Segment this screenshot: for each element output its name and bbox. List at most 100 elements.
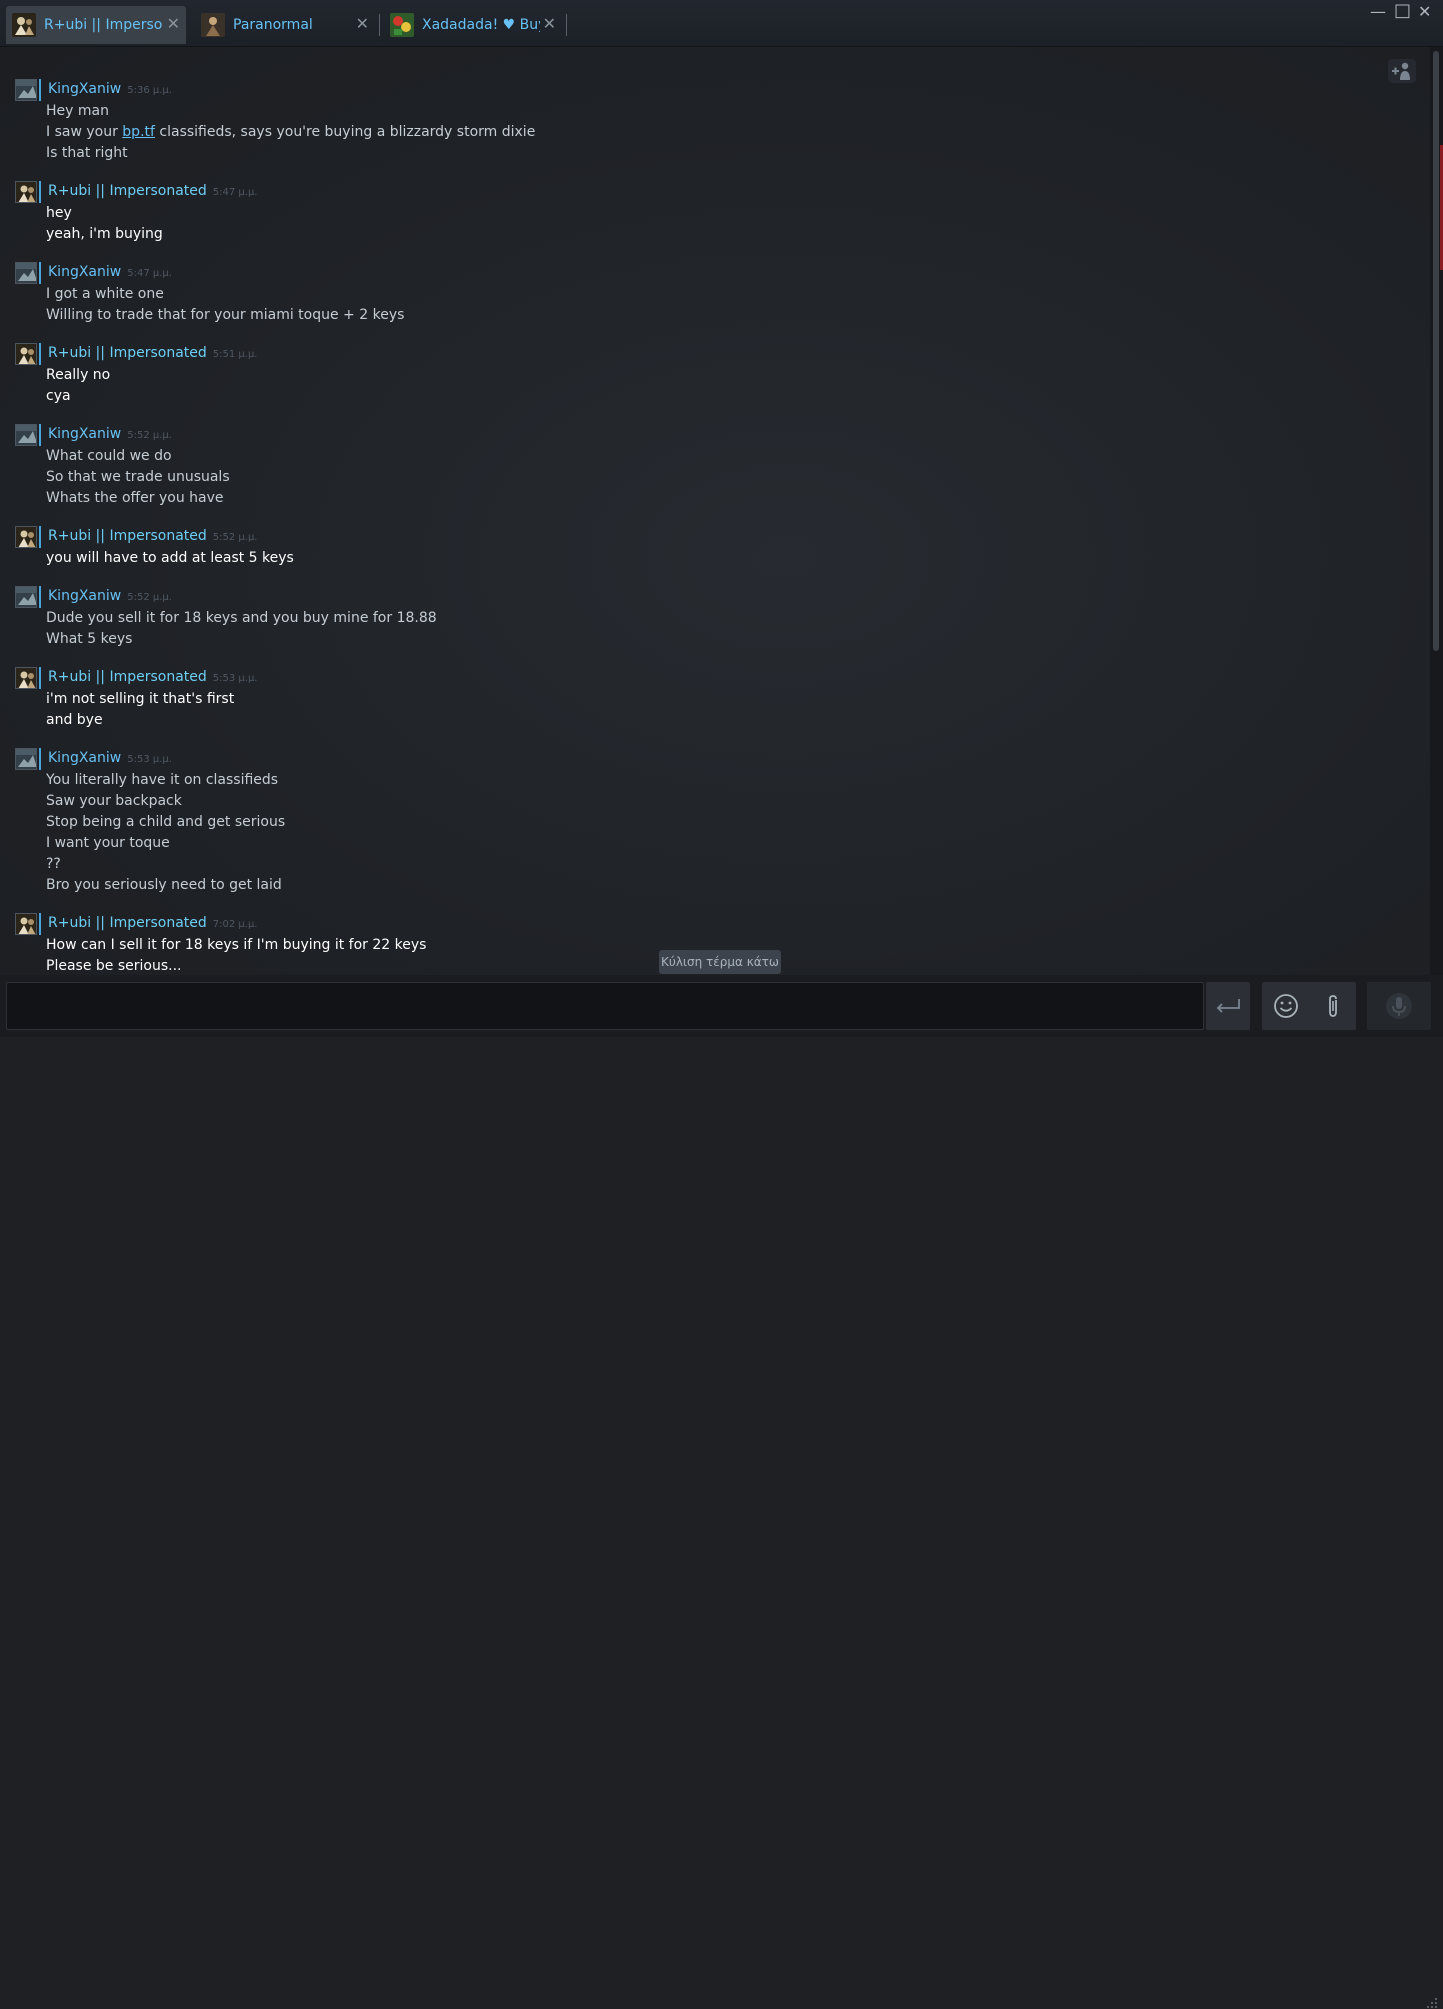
- composer-tools: [1262, 982, 1356, 1030]
- message-line: and bye: [46, 712, 103, 728]
- scrollbar-thumb[interactable]: [1433, 51, 1439, 651]
- message-line: Really no: [46, 367, 111, 383]
- avatar[interactable]: [15, 262, 37, 284]
- tab-chat-paranormal[interactable]: Paranormal ✕: [195, 6, 375, 44]
- avatar[interactable]: [15, 424, 37, 446]
- message-text: I saw your: [46, 124, 123, 140]
- avatar[interactable]: [15, 181, 37, 203]
- avatar[interactable]: [15, 79, 37, 101]
- add-to-chat-button[interactable]: [1388, 59, 1416, 83]
- message-line: cya: [46, 388, 71, 404]
- close-icon[interactable]: ✕: [356, 15, 369, 33]
- avatar[interactable]: [15, 667, 37, 689]
- message-line: Whats the offer you have: [46, 490, 224, 506]
- timestamp: 5:47 μ.μ.: [127, 268, 172, 279]
- sender-bar: [39, 424, 41, 446]
- add-person-icon: [1392, 62, 1410, 80]
- enter-arrow-icon: [1216, 999, 1240, 1013]
- sender-name[interactable]: KingXaniw 5:53 μ.μ.: [48, 750, 172, 766]
- message-line: I got a white one: [46, 286, 164, 302]
- resize-grip-icon[interactable]: [1424, 1995, 1438, 2009]
- avatar[interactable]: [15, 913, 37, 935]
- sender-bar: [39, 586, 41, 608]
- message-line: hey: [46, 205, 72, 221]
- tab-label: R+ubi || Impersona: [44, 17, 162, 33]
- sender-name[interactable]: R+ubi || Impersonated 5:51 μ.μ.: [48, 345, 257, 361]
- sender-bar: [39, 79, 41, 101]
- sender-bar: [39, 667, 41, 689]
- message-line: Is that right: [46, 145, 128, 161]
- avatar: [12, 13, 36, 37]
- timestamp: 5:53 μ.μ.: [212, 673, 258, 684]
- window-close-icon[interactable]: ✕: [1418, 2, 1431, 21]
- message-text: classifieds, says you're buying a blizza…: [154, 124, 536, 140]
- timestamp: 5:36 μ.μ.: [127, 85, 172, 96]
- timestamp: 5:47 μ.μ.: [212, 187, 258, 198]
- message-input[interactable]: [6, 982, 1204, 1030]
- voice-chat-button[interactable]: [1367, 982, 1431, 1030]
- scroll-to-bottom-button[interactable]: Κύλιση τέρμα κάτω: [659, 950, 781, 974]
- message-group: KingXaniw 5:52 μ.μ. Dude you sell it for …: [0, 586, 900, 650]
- attach-button[interactable]: [1309, 982, 1356, 1030]
- message-group: R+ubi || Impersonated 5:47 μ.μ. hey yeah,…: [0, 181, 900, 245]
- sender-name[interactable]: KingXaniw 5:52 μ.μ.: [48, 426, 172, 442]
- avatar[interactable]: [15, 748, 37, 770]
- paperclip-icon: [1328, 995, 1337, 1017]
- message-composer: [0, 975, 1443, 2008]
- smiley-icon: [1273, 994, 1298, 1018]
- emoticon-button[interactable]: [1262, 982, 1309, 1030]
- sender-name[interactable]: R+ubi || Impersonated 5:52 μ.μ.: [48, 528, 257, 544]
- chat-history[interactable]: KingXaniw 5:36 μ.μ. Hey man I saw your bp…: [0, 47, 1430, 975]
- message-line: ??: [46, 856, 61, 872]
- tab-chat-xadadada[interactable]: Xadadada! ♥ Buyi ✕: [384, 6, 562, 44]
- message-link[interactable]: bp.tf: [122, 124, 155, 140]
- timestamp: 5:51 μ.μ.: [212, 349, 258, 360]
- minimize-icon[interactable]: —: [1370, 2, 1386, 21]
- tab-label: Xadadada! ♥ Buyi: [422, 17, 540, 33]
- message-group: KingXaniw 5:47 μ.μ. I got a white one Wil…: [0, 262, 900, 326]
- tab-chat-rubi[interactable]: R+ubi || Impersona ✕: [6, 6, 186, 44]
- sender-name[interactable]: KingXaniw 5:52 μ.μ.: [48, 588, 172, 604]
- message-line: What could we do: [46, 448, 172, 464]
- tab-divider: [566, 14, 567, 36]
- message-line: i'm not selling it that's first: [46, 691, 235, 707]
- sender-bar: [39, 526, 41, 548]
- sender-bar: [39, 748, 41, 770]
- close-icon[interactable]: ✕: [543, 15, 556, 33]
- sender-name[interactable]: R+ubi || Impersonated 5:47 μ.μ.: [48, 183, 257, 199]
- close-icon[interactable]: ✕: [167, 15, 180, 33]
- sender-name[interactable]: KingXaniw 5:47 μ.μ.: [48, 264, 172, 280]
- sender-name[interactable]: R+ubi || Impersonated 7:02 μ.μ.: [48, 915, 257, 931]
- sender-bar: [39, 262, 41, 284]
- message-line: Dude you sell it for 18 keys and you buy…: [46, 610, 437, 626]
- avatar[interactable]: [15, 343, 37, 365]
- send-button[interactable]: [1206, 982, 1250, 1030]
- timestamp: 5:53 μ.μ.: [127, 754, 172, 765]
- maximize-icon[interactable]: □: [1394, 0, 1411, 21]
- sender-name[interactable]: R+ubi || Impersonated 5:53 μ.μ.: [48, 669, 257, 685]
- message-line: I saw your bp.tf classifieds, says you'r…: [46, 122, 900, 143]
- message-line: Willing to trade that for your miami toq…: [46, 307, 405, 323]
- tab-bar: R+ubi || Impersona ✕ Paranormal ✕ Xadada…: [0, 0, 1443, 47]
- message-group: R+ubi || Impersonated 5:53 μ.μ. i'm not s…: [0, 667, 900, 731]
- sender-name[interactable]: KingXaniw 5:36 μ.μ.: [48, 81, 172, 97]
- message-line: So that we trade unusuals: [46, 469, 230, 485]
- avatar[interactable]: [15, 586, 37, 608]
- sender-bar: [39, 181, 41, 203]
- sender-bar: [39, 343, 41, 365]
- avatar: [201, 13, 225, 37]
- sender-bar: [39, 913, 41, 935]
- timestamp: 5:52 μ.μ.: [127, 592, 172, 603]
- timestamp: 7:02 μ.μ.: [212, 919, 258, 930]
- message-line: yeah, i'm buying: [46, 226, 163, 242]
- timestamp: 5:52 μ.μ.: [127, 430, 172, 441]
- microphone-icon: [1386, 993, 1412, 1019]
- tab-label: Paranormal: [233, 17, 313, 33]
- message-group: KingXaniw 5:53 μ.μ. You literally have it…: [0, 748, 900, 896]
- message-line: Saw your backpack: [46, 793, 182, 809]
- message-line: Stop being a child and get serious: [46, 814, 286, 830]
- avatar[interactable]: [15, 526, 37, 548]
- message-group: KingXaniw 5:52 μ.μ. What could we do So t…: [0, 424, 900, 509]
- tab-divider: [379, 14, 380, 36]
- message-line: Hey man: [46, 103, 109, 119]
